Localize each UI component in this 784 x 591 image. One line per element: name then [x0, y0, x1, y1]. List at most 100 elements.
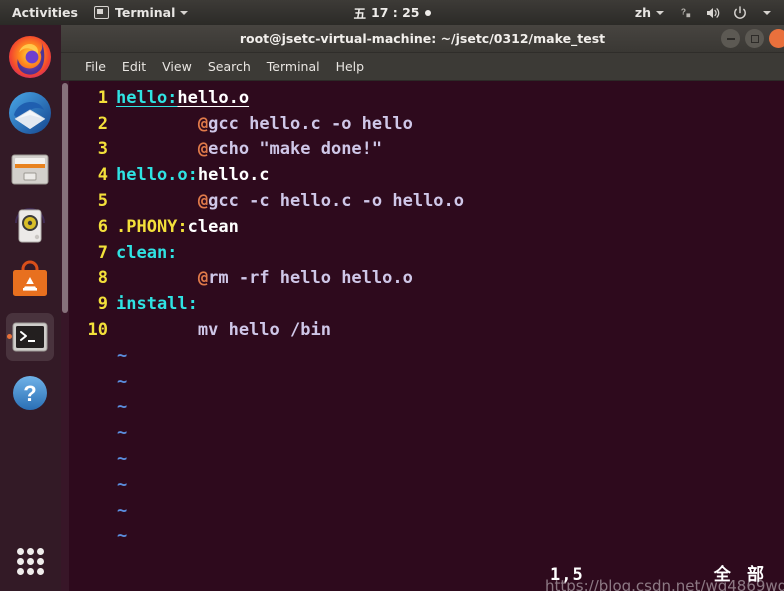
dock-item-thunderbird[interactable]: [6, 89, 54, 137]
rhythmbox-icon: [15, 208, 45, 243]
code-span: @: [197, 191, 209, 212]
grid-dot: [26, 557, 34, 565]
grid-dot: [16, 567, 24, 575]
keyboard-layout-button[interactable]: zh: [627, 0, 672, 25]
app-menu-button[interactable]: Terminal: [86, 0, 196, 25]
menu-search[interactable]: Search: [200, 59, 259, 74]
network-icon[interactable]: ?: [677, 4, 694, 21]
menu-help[interactable]: Help: [328, 59, 373, 74]
app-menu-label: Terminal: [114, 5, 176, 20]
power-icon[interactable]: [731, 4, 748, 21]
grid-dot: [36, 567, 44, 575]
line-number: 6: [97, 216, 108, 237]
svg-text:?: ?: [23, 381, 36, 406]
code-span: clean:: [116, 242, 178, 263]
dock-item-help[interactable]: ?: [6, 369, 54, 417]
line-text: mv hello /bin: [116, 320, 331, 340]
system-status-area[interactable]: zh ?: [627, 0, 780, 25]
help-icon: ?: [13, 376, 47, 410]
thunderbird-icon: [9, 92, 51, 134]
svg-text:?: ?: [681, 6, 686, 16]
minimize-button[interactable]: [721, 29, 740, 48]
code-span: hello:: [116, 87, 178, 108]
editor-line: 4 hello.o:hello.c: [70, 162, 784, 188]
code-span: [116, 139, 198, 159]
editor-line: 6 .PHONY:clean: [70, 214, 784, 240]
code-span: @: [197, 113, 209, 134]
editor-line: 1 hello:hello.o: [70, 85, 784, 111]
line-number: 4: [97, 165, 108, 186]
gnome-top-bar: Activities Terminal 五 17 : 25 zh ?: [0, 0, 784, 25]
empty-line-marker: ~: [70, 395, 784, 421]
line-text: hello:hello.o: [116, 88, 249, 108]
line-text: @rm -rf hello hello.o: [116, 268, 413, 288]
tilde-icon: ~: [117, 345, 128, 366]
desktop-screen: Activities Terminal 五 17 : 25 zh ? ? roo…: [0, 0, 784, 591]
menu-terminal[interactable]: Terminal: [259, 59, 328, 74]
dock-item-files[interactable]: [6, 145, 54, 193]
code-span: [116, 114, 198, 134]
line-text: clean:: [116, 243, 177, 263]
menu-edit[interactable]: Edit: [114, 59, 154, 74]
window-titlebar[interactable]: root@jsetc-virtual-machine: ~/jsetc/0312…: [61, 25, 784, 53]
line-number: 2: [97, 113, 108, 134]
clock-day: 五: [353, 6, 366, 21]
code-span: gcc -c hello.c -o hello.o: [208, 191, 465, 212]
empty-line-marker: ~: [70, 498, 784, 524]
empty-line-marker: ~: [70, 420, 784, 446]
status-menu-caret-icon[interactable]: [758, 4, 775, 21]
line-number: 1: [97, 87, 108, 108]
menu-file[interactable]: File: [77, 59, 114, 74]
line-text: hello.o:hello.c: [116, 165, 270, 185]
tilde-icon: ~: [117, 500, 128, 521]
editor-line: 5 @gcc -c hello.c -o hello.o: [70, 188, 784, 214]
vim-status-line: 1,5 全 部 https://blog.csdn.net/wq4869wq: [61, 559, 784, 591]
code-span: hello.o: [177, 87, 250, 108]
keyboard-layout-label: zh: [634, 5, 651, 20]
code-span: [116, 191, 198, 211]
line-text: install:: [116, 294, 198, 314]
notification-dot-icon: [424, 9, 431, 16]
code-span: rm -rf hello hello.o: [208, 268, 413, 289]
code-span: echo "make done!": [208, 139, 383, 160]
vim-buffer: 1 hello:hello.o 2 @gcc hello.c -o hello 3 @…: [70, 85, 784, 549]
menu-view[interactable]: View: [154, 59, 200, 74]
dock-item-terminal[interactable]: [6, 313, 54, 361]
terminal-content[interactable]: 1 hello:hello.o 2 @gcc hello.c -o hello 3 @…: [61, 81, 784, 591]
show-applications-button[interactable]: [6, 537, 54, 585]
dock-item-rhythmbox[interactable]: [6, 201, 54, 249]
tilde-icon: ~: [117, 526, 128, 547]
tilde-icon: ~: [117, 397, 128, 418]
empty-line-marker: ~: [70, 369, 784, 395]
scrollbar-thumb[interactable]: [62, 83, 68, 313]
grid-dot: [36, 547, 44, 555]
terminal-window: root@jsetc-virtual-machine: ~/jsetc/0312…: [61, 25, 784, 591]
menu-bar: File Edit View Search Terminal Help: [61, 53, 784, 81]
code-span: hello.o:: [116, 165, 198, 186]
code-span: clean: [187, 216, 239, 237]
grid-dot: [26, 567, 34, 575]
clock-button[interactable]: 五 17 : 25: [353, 3, 431, 22]
editor-line: 9 install:: [70, 291, 784, 317]
line-text: @gcc hello.c -o hello: [116, 114, 413, 134]
code-span: @: [197, 139, 209, 160]
editor-line: 8 @rm -rf hello hello.o: [70, 266, 784, 292]
maximize-button[interactable]: [745, 29, 764, 48]
terminal-icon: [12, 322, 48, 352]
dock-item-firefox[interactable]: [6, 33, 54, 81]
line-number: 5: [97, 191, 108, 212]
terminal-icon: [93, 6, 109, 19]
volume-icon[interactable]: [704, 4, 721, 21]
firefox-icon: [9, 36, 51, 78]
activities-button[interactable]: Activities: [0, 0, 86, 25]
dock-item-ubuntu-software[interactable]: [6, 257, 54, 305]
grid-dot: [36, 557, 44, 565]
tilde-icon: ~: [117, 371, 128, 392]
code-span: hello.c: [197, 165, 270, 186]
watermark-text: https://blog.csdn.net/wq4869wq: [545, 577, 784, 591]
close-button[interactable]: [769, 29, 784, 48]
code-span: gcc hello.c -o hello: [208, 113, 413, 134]
terminal-scrollbar[interactable]: [61, 81, 69, 591]
line-number: 9: [97, 294, 108, 315]
empty-line-marker: ~: [70, 524, 784, 550]
